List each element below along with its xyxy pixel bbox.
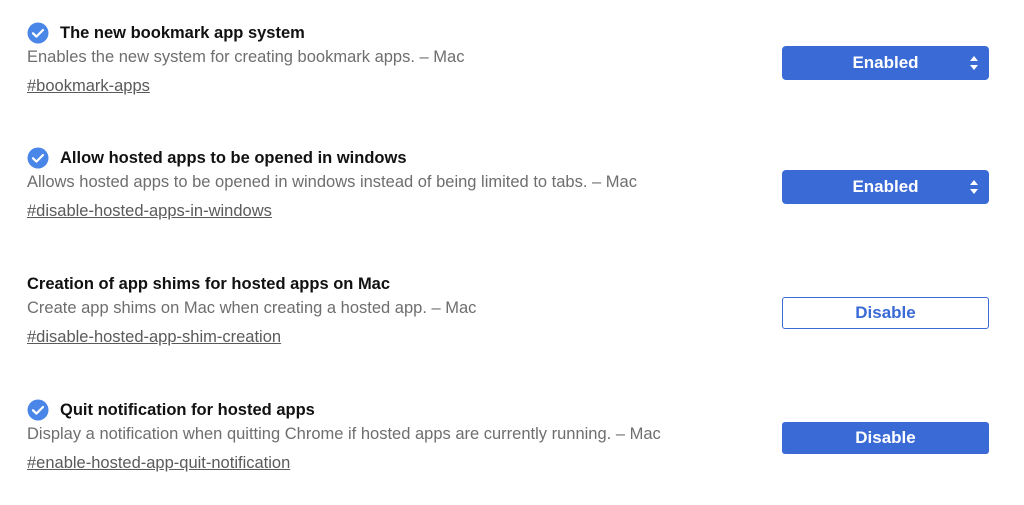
up-down-arrows-icon — [970, 180, 978, 194]
flag-description: Allows hosted apps to be opened in windo… — [27, 173, 637, 191]
flag-title: Creation of app shims for hosted apps on… — [27, 274, 391, 293]
flag-select-enabled[interactable]: Enabled — [782, 170, 989, 204]
select-value: Enabled — [852, 53, 919, 72]
check-circle-icon — [27, 22, 49, 44]
up-down-arrows-icon — [970, 56, 978, 70]
flag-link[interactable]: #disable-hosted-apps-in-windows — [27, 202, 272, 221]
disable-button[interactable]: Disable — [782, 422, 989, 454]
check-circle-icon — [27, 399, 49, 421]
disable-button-label: Disable — [855, 303, 916, 322]
select-value: Enabled — [852, 177, 919, 196]
flag-title-row: Creation of app shims for hosted apps on… — [27, 272, 390, 296]
flag-title: Allow hosted apps to be opened in window… — [60, 148, 407, 167]
check-circle-icon — [27, 147, 49, 169]
flag-title-row: Allow hosted apps to be opened in window… — [27, 146, 407, 170]
flag-link[interactable]: #enable-hosted-app-quit-notification — [27, 454, 290, 473]
flag-link[interactable]: #bookmark-apps — [27, 77, 150, 96]
flag-select-enabled[interactable]: Enabled — [782, 46, 989, 80]
disable-button-label: Disable — [855, 428, 916, 447]
flag-link[interactable]: #disable-hosted-app-shim-creation — [27, 328, 281, 347]
flag-description: Display a notification when quitting Chr… — [27, 425, 661, 443]
flag-title: The new bookmark app system — [60, 23, 305, 42]
flag-description: Enables the new system for creating book… — [27, 48, 465, 66]
disable-button[interactable]: Disable — [782, 297, 989, 329]
flag-title-row: The new bookmark app system — [27, 21, 305, 45]
flag-title-row: Quit notification for hosted apps — [27, 398, 315, 422]
flag-title: Quit notification for hosted apps — [60, 400, 315, 419]
flag-description: Create app shims on Mac when creating a … — [27, 299, 477, 317]
